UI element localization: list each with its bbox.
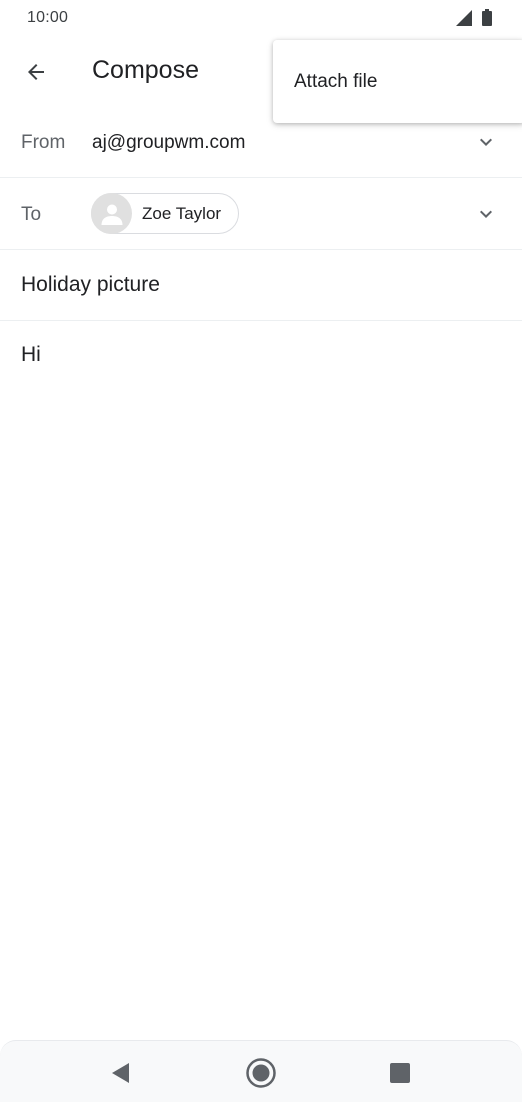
body-field[interactable]: Hi: [0, 321, 522, 1039]
nav-recents-icon: [390, 1063, 410, 1083]
chevron-down-icon: [480, 210, 492, 218]
recipient-chip[interactable]: Zoe Taylor: [91, 193, 239, 234]
signal-icon: [456, 9, 472, 26]
arrow-back-icon: [28, 64, 44, 80]
nav-back-icon: [112, 1063, 129, 1083]
compose-screen: 10:00 Compose Attach file From aj@groupw…: [0, 0, 522, 1102]
battery-icon: [482, 9, 492, 26]
page-title: Compose: [92, 56, 199, 84]
to-row: To Zoe Taylor: [0, 178, 522, 250]
from-label: From: [21, 132, 66, 153]
nav-recents-button[interactable]: [382, 1055, 418, 1091]
to-expand-button[interactable]: [468, 196, 504, 232]
navigation-bar: [0, 1040, 522, 1102]
menu-item-attach-file[interactable]: Attach file: [273, 40, 522, 123]
subject-row: Holiday picture: [0, 250, 522, 321]
nav-home-button[interactable]: [243, 1055, 279, 1091]
from-expand-button[interactable]: [468, 124, 504, 160]
status-bar: 10:00: [0, 0, 522, 36]
subject-field[interactable]: Holiday picture: [21, 273, 160, 297]
chevron-down-icon: [480, 138, 492, 146]
avatar: [91, 193, 132, 234]
nav-back-button[interactable]: [102, 1055, 138, 1091]
from-value[interactable]: aj@groupwm.com: [92, 132, 245, 154]
to-label: To: [21, 204, 42, 225]
recipient-name: Zoe Taylor: [142, 203, 222, 223]
status-icons: [456, 9, 492, 26]
status-time: 10:00: [27, 9, 69, 26]
body-text: Hi: [21, 343, 41, 366]
back-button[interactable]: [14, 50, 58, 94]
person-icon: [101, 204, 122, 225]
nav-home-icon: [246, 1058, 276, 1088]
overflow-menu: Attach file: [273, 40, 522, 123]
